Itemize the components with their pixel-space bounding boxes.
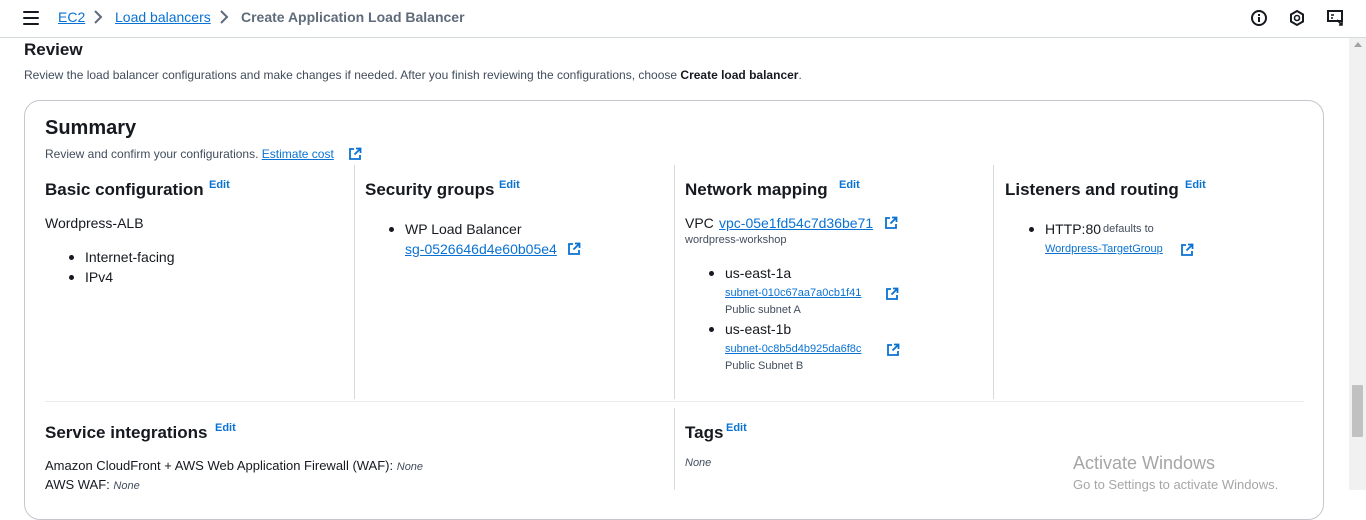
availability-zone: us-east-1a xyxy=(725,265,792,281)
vpc-id-link[interactable]: vpc-05e1fd54c7d36be71 xyxy=(719,215,873,231)
column-divider xyxy=(674,408,675,490)
column-divider xyxy=(354,165,355,399)
listeners-routing-edit-button[interactable]: Edit xyxy=(1185,179,1206,191)
scrollbar-thumb[interactable] xyxy=(1352,385,1363,437)
basic-configuration-heading: Basic configuration xyxy=(45,180,204,199)
bullet xyxy=(1029,227,1034,232)
summary-heading: Summary xyxy=(45,117,137,139)
chevron-right-icon xyxy=(94,10,103,24)
network-mapping-edit-button[interactable]: Edit xyxy=(839,179,860,191)
external-link-icon[interactable] xyxy=(348,147,362,161)
chevron-right-icon xyxy=(220,10,229,24)
security-group-id-link[interactable]: sg-0526646d4e60b05e4 xyxy=(405,241,557,257)
subnet-link[interactable]: subnet-0c8b5d4b925da6f8c xyxy=(725,343,861,355)
bullet xyxy=(389,227,394,232)
subnet-name: Public subnet A xyxy=(725,304,801,316)
service-integrations-edit-button[interactable]: Edit xyxy=(215,422,236,434)
bullet xyxy=(709,327,714,332)
defaults-to-label: defaults to xyxy=(1103,223,1154,235)
security-groups-heading: Security groups xyxy=(365,180,495,199)
tags-heading: Tags xyxy=(685,423,724,442)
info-icon[interactable] xyxy=(1249,8,1269,28)
security-group-name: WP Load Balancer xyxy=(405,221,522,237)
review-description: Review the load balancer configurations … xyxy=(24,68,802,82)
breadcrumb-current: Create Application Load Balancer xyxy=(241,9,465,25)
activate-windows-watermark: Activate Windows xyxy=(1073,453,1216,473)
menu-icon[interactable] xyxy=(23,11,39,25)
external-link-icon[interactable] xyxy=(884,216,898,230)
bullet xyxy=(69,255,74,260)
external-link-icon[interactable] xyxy=(567,242,581,256)
summary-description: Review and confirm your configurations. … xyxy=(45,147,334,161)
top-navigation-bar: EC2 Load balancers Create Application Lo… xyxy=(0,0,1366,38)
tags-edit-button[interactable]: Edit xyxy=(726,422,747,434)
scheme-value: Internet-facing xyxy=(85,249,175,265)
review-heading: Review xyxy=(24,40,83,59)
external-link-icon[interactable] xyxy=(886,343,900,357)
network-mapping-heading: Network mapping xyxy=(685,180,828,199)
scroll-up-arrow-icon[interactable] xyxy=(1354,42,1362,47)
notifications-icon[interactable] xyxy=(1287,8,1307,28)
listener-protocol: HTTP:80 xyxy=(1045,221,1102,237)
ip-address-type-value: IPv4 xyxy=(85,269,114,285)
breadcrumb-ec2[interactable]: EC2 xyxy=(58,9,85,25)
external-link-icon[interactable] xyxy=(1180,243,1194,257)
vpc-label: VPC xyxy=(685,215,714,231)
load-balancer-name: Wordpress-ALB xyxy=(45,215,144,231)
subnet-link[interactable]: subnet-010c67aa7a0cb1f41 xyxy=(725,287,861,299)
service-integrations-heading: Service integrations xyxy=(45,423,208,442)
external-link-icon[interactable] xyxy=(885,287,899,301)
security-groups-edit-button[interactable]: Edit xyxy=(499,179,520,191)
bullet xyxy=(69,275,74,280)
column-divider xyxy=(674,165,675,399)
breadcrumb-load-balancers[interactable]: Load balancers xyxy=(115,9,211,25)
column-divider xyxy=(993,165,994,399)
basic-configuration-edit-button[interactable]: Edit xyxy=(209,179,230,191)
row-divider xyxy=(45,401,1304,402)
feedback-icon[interactable] xyxy=(1325,8,1345,28)
listeners-routing-heading: Listeners and routing xyxy=(1005,180,1179,199)
availability-zone: us-east-1b xyxy=(725,321,792,337)
subnet-name: Public Subnet B xyxy=(725,360,804,372)
target-group-link[interactable]: Wordpress-TargetGroup xyxy=(1045,243,1163,255)
cloudfront-waf-row: Amazon CloudFront + AWS Web Application … xyxy=(45,458,424,473)
estimate-cost-link[interactable]: Estimate cost xyxy=(262,147,334,161)
tags-value: None xyxy=(685,457,712,469)
vpc-name: wordpress-workshop xyxy=(685,234,787,246)
bullet xyxy=(709,271,714,276)
